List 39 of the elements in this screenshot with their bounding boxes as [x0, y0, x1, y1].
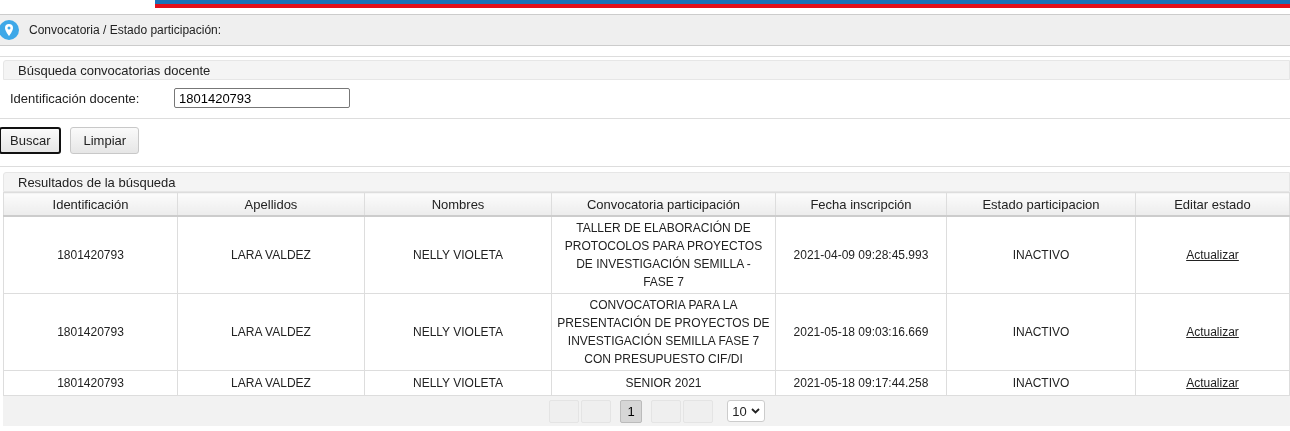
update-link[interactable]: Actualizar [1186, 325, 1239, 339]
clear-button[interactable]: Limpiar [70, 127, 140, 154]
section-title: Búsqueda convocatorias docente [18, 62, 211, 78]
location-pin-icon [0, 20, 19, 40]
table-cell: INACTIVO [946, 370, 1136, 396]
table-cell: TALLER DE ELABORACIÓN DE PROTOCOLOS PARA PROYECTOS DE INVESTIGACIÓN SEMILLA - FASE 7 [551, 216, 776, 294]
table-cell: LARA VALDEZ [177, 370, 365, 396]
table-cell: NELLY VIOLETA [364, 216, 552, 294]
table-cell: INACTIVO [946, 216, 1136, 294]
field-label: Identificación docente: [10, 90, 141, 106]
search-button[interactable]: Buscar [0, 127, 62, 154]
update-link[interactable]: Actualizar [1186, 248, 1239, 262]
table-cell: SENIOR 2021 [551, 370, 776, 396]
table-cell: INACTIVO [946, 293, 1136, 371]
table-cell: 2021-05-18 09:17:44.258 [775, 370, 947, 396]
column-header: Nombres [364, 192, 552, 216]
column-header: Estado participacion [946, 192, 1136, 216]
table-cell: 1801420793 [3, 370, 178, 396]
breadcrumb: Convocatoria / Estado participación: [29, 23, 222, 37]
table-cell: LARA VALDEZ [177, 216, 365, 294]
column-header: Convocatoria participación [551, 192, 776, 216]
section-title: Resultados de la búsqueda [18, 174, 176, 190]
id-input-field[interactable]: 1801420793 [174, 88, 350, 108]
table-cell: 2021-04-09 09:28:45.993 [775, 216, 947, 294]
update-link[interactable]: Actualizar [1186, 376, 1239, 390]
table-cell: 2021-05-18 09:03:16.669 [775, 293, 947, 371]
table-cell: NELLY VIOLETA [364, 293, 552, 371]
column-header: Apellidos [177, 192, 365, 216]
column-header: Identificación [3, 192, 178, 216]
page-button[interactable]: 1 [620, 399, 642, 423]
page-size-select[interactable]: 10 [727, 400, 765, 422]
table-cell: 1801420793 [3, 216, 178, 294]
column-header: Fecha inscripción [775, 192, 947, 216]
table-cell: 1801420793 [3, 293, 178, 371]
table-cell: LARA VALDEZ [177, 293, 365, 371]
caret-icon [750, 408, 760, 414]
table-cell: NELLY VIOLETA [364, 370, 552, 396]
table-cell: CONVOCATORIA PARA LA PRESENTACIÓN DE PROYECTOS DE INVESTIGACIÓN SEMILLA FASE 7 CON PRESUPUESTO CIF/DI [551, 293, 776, 371]
column-header: Editar estado [1135, 192, 1290, 216]
